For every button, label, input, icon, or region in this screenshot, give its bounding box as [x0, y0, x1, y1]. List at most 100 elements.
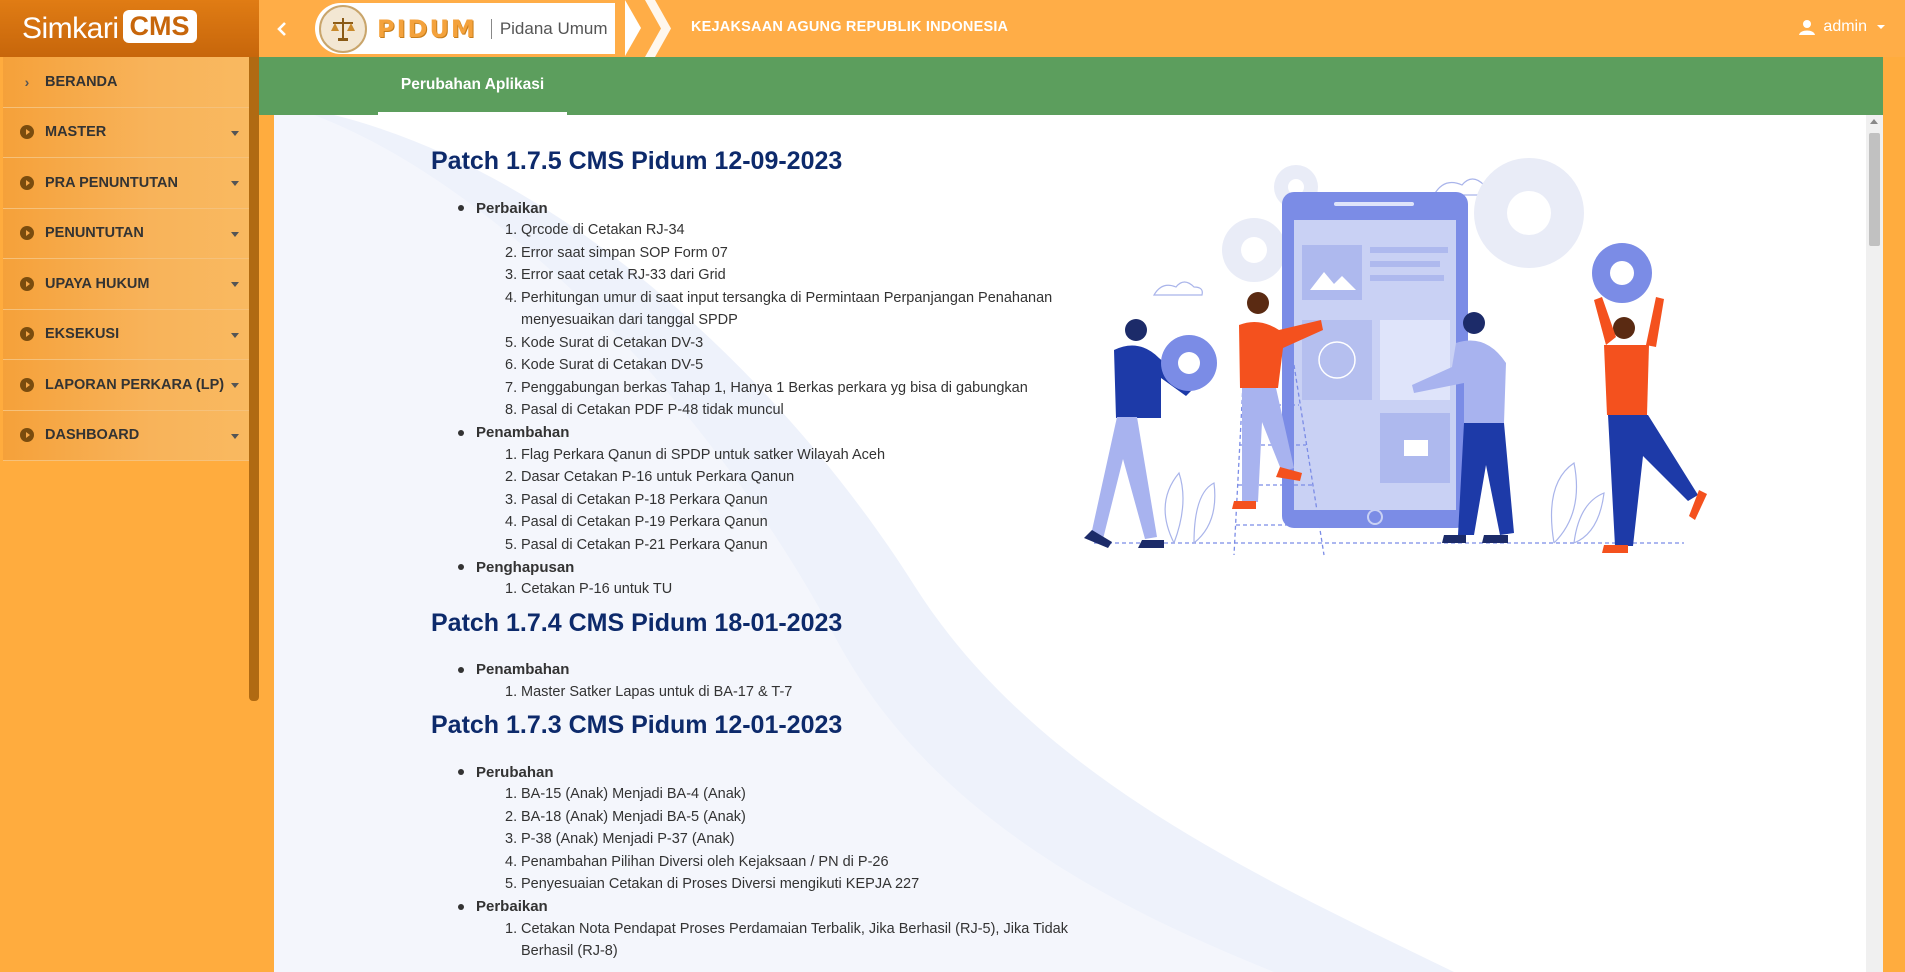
- list-item-text: P-38 (Anak) Menjadi P-37 (Anak): [521, 831, 735, 847]
- scrollbar-thumb[interactable]: [1869, 133, 1880, 246]
- caret-down-icon: [231, 282, 239, 287]
- sidebar-item-laporan-perkara[interactable]: LAPORAN PERKARA (LP): [3, 360, 249, 411]
- list-item-text: Dasar Cetakan P-16 untuk Perkara Qanun: [521, 469, 795, 485]
- sidebar-scrollbar[interactable]: [249, 57, 259, 701]
- module-banner: PIDUM Pidana Umum: [305, 0, 625, 57]
- list-item-text: Penambahan Pilihan Diversi oleh Kejaksaa…: [521, 853, 889, 870]
- list-item: 6. Kode Surat di Cetakan DV-5: [505, 354, 1071, 377]
- patch-title: Patch 1.7.5 CMS Pidum 12-09-2023: [431, 147, 843, 175]
- list-item-text: Perhitungan umur di saat input tersangka…: [521, 289, 1053, 329]
- caret-down-icon: [1877, 25, 1885, 29]
- scales-of-justice-icon: [319, 4, 367, 53]
- main-content: Patch 1.7.5 CMS Pidum 12-09-2023 Perbaika…: [274, 115, 1866, 972]
- list-item: 4. Pasal di Cetakan P-19 Perkara Qanun: [505, 511, 1071, 534]
- circle-arrow-right-icon: [20, 125, 34, 140]
- user-icon: [1799, 20, 1816, 35]
- sidebar-item-label: UPAYA HUKUM: [45, 275, 150, 292]
- change-list: 1. Qrcode di Cetakan RJ-34 2. Error saat si…: [505, 219, 1071, 422]
- section-heading: Perbaikan: [476, 896, 1071, 918]
- content-scrollbar[interactable]: [1866, 115, 1883, 972]
- sidebar-item-upaya-hukum[interactable]: UPAYA HUKUM: [3, 259, 249, 310]
- sidebar-item-penuntutan[interactable]: PENUNTUTAN: [3, 208, 249, 259]
- caret-down-icon: [231, 433, 239, 439]
- patch-entry: Patch 1.7.5 CMS Pidum 12-09-2023 Perbaika…: [431, 147, 1071, 601]
- list-item: 2. Dasar Cetakan P-16 untuk Perkara Qanun: [505, 466, 1071, 489]
- sidebar-item-label: MASTER: [45, 124, 107, 141]
- changelog: Patch 1.7.5 CMS Pidum 12-09-2023 Perbaika…: [431, 147, 1071, 971]
- patch-entry: Patch 1.7.4 CMS Pidum 18-01-2023 Penambah…: [431, 609, 1071, 704]
- patch-section: Penambahan 1. Flag Perkara Qanun di SPDP u…: [476, 422, 1071, 557]
- list-item: 1. BA-15 (Anak) Menjadi BA-4 (Anak): [505, 783, 1071, 806]
- list-item: 7. Penggabungan berkas Tahap 1, Hanya 1 B…: [505, 377, 1071, 400]
- list-item-text: Cetakan P-16 untuk TU: [521, 581, 673, 597]
- list-item-text: Pasal di Cetakan P-18 Perkara Qanun: [521, 491, 768, 508]
- sidebar-item-label: PENUNTUTAN: [45, 225, 144, 242]
- sidebar-collapse-button[interactable]: [259, 0, 305, 57]
- section-heading: Penghapusan: [476, 556, 1071, 578]
- list-item: 4. Perhitungan umur di saat input tersang…: [505, 287, 1071, 332]
- breadcrumb-arrow: [625, 0, 641, 56]
- list-item: 1. Cetakan Nota Pendapat Proses Perdamaia…: [505, 918, 1071, 963]
- user-menu[interactable]: admin: [1799, 18, 1885, 36]
- list-item-text: Pasal di Cetakan PDF P-48 tidak muncul: [521, 402, 784, 418]
- patch-section: Perubahan 1. BA-15 (Anak) Menjadi BA-4 (An…: [476, 761, 1071, 896]
- list-item-text: Pasal di Cetakan P-19 Perkara Qanun: [521, 514, 768, 530]
- sidebar-item-dashboard[interactable]: DASHBOARD: [3, 410, 249, 461]
- list-item-text: Penyesuaian Cetakan di Proses Diversi me…: [521, 876, 920, 892]
- list-item-text: Kode Surat di Cetakan DV-5: [521, 357, 704, 373]
- patch-section: Perbaikan 1. Qrcode di Cetakan RJ-34 2. Erro…: [476, 197, 1071, 422]
- scroll-up-arrow-icon[interactable]: [1870, 119, 1878, 124]
- change-list: 1. Master Satker Lapas untuk di BA-17 & T…: [505, 681, 1071, 704]
- patch-title: Patch 1.7.3 CMS Pidum 12-01-2023: [431, 711, 843, 739]
- sidebar-item-master[interactable]: MASTER: [3, 107, 249, 158]
- list-item: 5. Penyesuaian Cetakan di Proses Diversi …: [505, 873, 1071, 896]
- change-list: 1. Cetakan Nota Pendapat Proses Perdamaia…: [505, 918, 1071, 963]
- caret-down-icon: [231, 130, 239, 136]
- circle-arrow-right-icon: [20, 327, 34, 342]
- brand-badge: CMS: [122, 10, 197, 43]
- sidebar-nav: › BERANDA MASTER PRA PENUNTUTAN PENUNTUT…: [3, 57, 249, 461]
- tab-bar: Perubahan Aplikasi: [259, 57, 1905, 115]
- list-item-text: Master Satker Lapas untuk di BA-17 & T-7: [521, 683, 793, 700]
- list-item-text: Penggabungan berkas Tahap 1, Hanya 1 Ber…: [521, 379, 1028, 396]
- brand-text: Simkari: [22, 11, 119, 45]
- module-name: Pidana Umum: [499, 18, 608, 38]
- agency-title: KEJAKSAAN AGUNG REPUBLIK INDONESIA: [691, 19, 1009, 35]
- user-name: admin: [1823, 18, 1867, 35]
- app-logo[interactable]: Simkari CMS: [0, 0, 259, 57]
- circle-arrow-right-icon: [20, 276, 34, 291]
- list-item-text: Kode Surat di Cetakan DV-3: [521, 334, 704, 351]
- divider: [490, 18, 492, 39]
- circle-arrow-right-icon: [20, 175, 34, 190]
- team-gears-illustration: [1084, 158, 1707, 556]
- sidebar-item-eksekusi[interactable]: EKSEKUSI: [3, 309, 249, 360]
- list-item: 1. Master Satker Lapas untuk di BA-17 & T…: [505, 681, 1071, 704]
- list-item-text: BA-15 (Anak) Menjadi BA-4 (Anak): [521, 786, 746, 802]
- caret-down-icon: [231, 383, 239, 388]
- patch-section: Perbaikan 1. Cetakan Nota Pendapat Proses …: [476, 896, 1071, 963]
- patch-entry: Patch 1.7.3 CMS Pidum 12-01-2023 Perubaha…: [431, 711, 1071, 963]
- change-list: 1. Flag Perkara Qanun di SPDP untuk satke…: [505, 444, 1071, 557]
- list-item: 3. P-38 (Anak) Menjadi P-37 (Anak): [505, 828, 1071, 851]
- sidebar-item-pra-penuntutan[interactable]: PRA PENUNTUTAN: [3, 158, 249, 209]
- list-item-text: Cetakan Nota Pendapat Proses Perdamaian …: [521, 920, 1068, 960]
- sidebar-item-label: EKSEKUSI: [45, 326, 120, 343]
- section-heading: Perubahan: [476, 761, 1071, 783]
- section-heading: Penambahan: [476, 422, 1071, 444]
- patch-title: Patch 1.7.4 CMS Pidum 18-01-2023: [431, 608, 843, 637]
- change-list: 1. BA-15 (Anak) Menjadi BA-4 (Anak) 2. BA-1…: [505, 783, 1071, 896]
- list-item-text: Error saat cetak RJ-33 dari Grid: [521, 267, 726, 283]
- section-heading: Penambahan: [476, 659, 1071, 681]
- tab-perubahan-aplikasi[interactable]: Perubahan Aplikasi: [378, 57, 567, 115]
- top-navbar: Simkari CMS PIDUM Pidana Umum KEJAKSAAN …: [0, 0, 1905, 57]
- list-item-text: Error saat simpan SOP Form 07: [521, 244, 728, 261]
- caret-down-icon: [231, 231, 239, 237]
- sidebar-item-beranda[interactable]: › BERANDA: [3, 57, 249, 108]
- caret-down-icon: [231, 181, 239, 186]
- list-item: 2. Error saat simpan SOP Form 07: [505, 242, 1071, 265]
- module-logo-text: PIDUM: [377, 14, 477, 43]
- section-heading: Perbaikan: [476, 197, 1071, 219]
- list-item: 5. Kode Surat di Cetakan DV-3: [505, 332, 1071, 355]
- list-item: 8. Pasal di Cetakan PDF P-48 tidak muncul: [505, 399, 1071, 422]
- list-item: 5. Pasal di Cetakan P-21 Perkara Qanun: [505, 534, 1071, 557]
